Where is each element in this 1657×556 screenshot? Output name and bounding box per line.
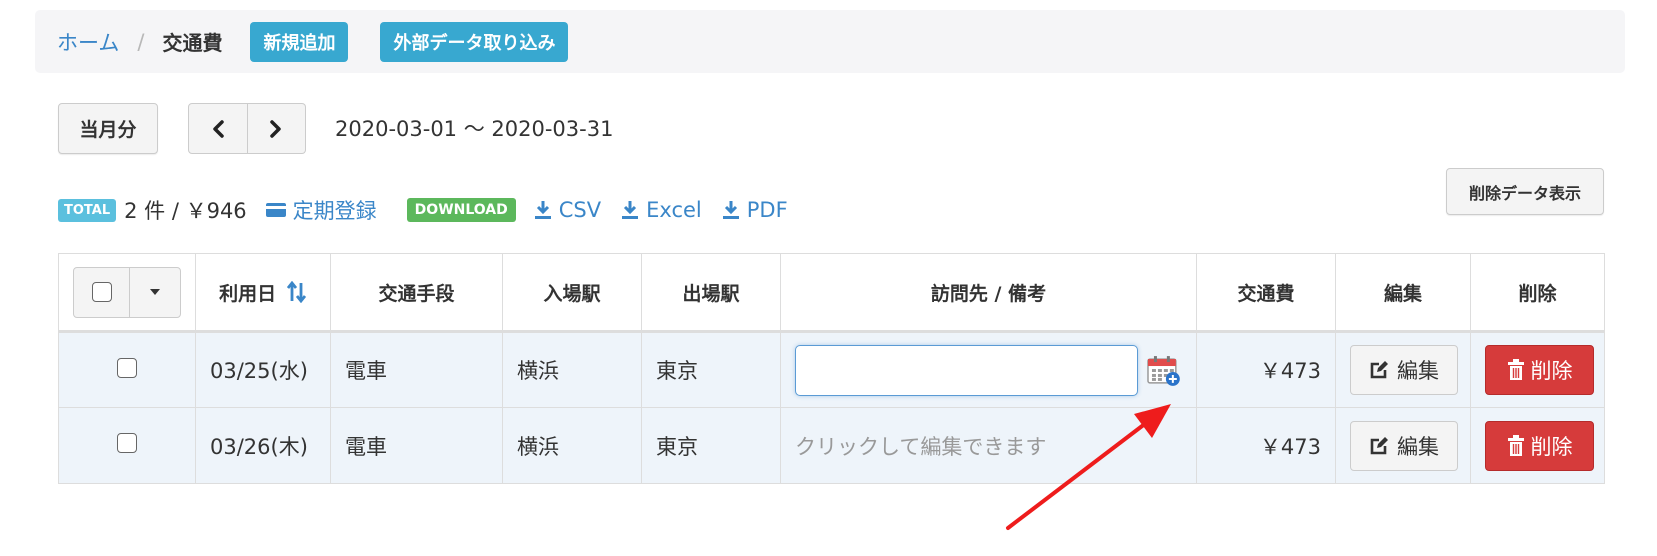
select-all-group [73, 266, 181, 318]
date-cell: 03/26(木) [195, 407, 331, 484]
excel-label: Excel [646, 198, 702, 222]
caret-down-icon [150, 289, 160, 295]
select-all-checkbox[interactable] [91, 282, 112, 302]
note-cell-editable[interactable]: クリックして編集できます [780, 407, 1197, 484]
delete-cell: 削除 [1470, 407, 1605, 484]
import-external-data-button[interactable]: 外部データ取り込み [380, 21, 569, 62]
exit-station-cell: 東京 [641, 407, 781, 484]
table-header-row: 利用日 交通手段 入場駅 出場駅 訪問先 / 備考 交通費 編集 削除 [58, 253, 1605, 333]
edit-button-label: 編集 [1397, 434, 1439, 459]
delete-cell: 削除 [1470, 331, 1605, 408]
fare-cell: ￥473 [1196, 407, 1336, 484]
date-header-label: 利用日 [219, 282, 277, 305]
pdf-label: PDF [746, 198, 788, 222]
delete-button-label: 削除 [1530, 434, 1573, 459]
row-checkbox-cell [58, 331, 196, 408]
download-badge: DOWNLOAD [406, 198, 516, 222]
commuter-pass-link[interactable]: 定期登録 [265, 195, 377, 225]
summary-row: TOTAL 2 件 / ￥946 定期登録 DOWNLOAD CSV Excel… [58, 190, 788, 230]
excel-download-link[interactable]: Excel [621, 198, 702, 222]
breadcrumb-separator: / [137, 29, 145, 54]
select-all-checkbox-wrap[interactable] [74, 267, 130, 317]
exit-station-cell: 東京 [641, 331, 781, 408]
calendar-add-icon[interactable] [1146, 353, 1182, 387]
entry-station-cell: 横浜 [502, 407, 642, 484]
csv-download-link[interactable]: CSV [534, 198, 601, 222]
pdf-download-link[interactable]: PDF [722, 198, 788, 222]
delete-header: 削除 [1470, 253, 1605, 333]
download-icon [534, 201, 551, 219]
card-icon [265, 203, 286, 217]
csv-label: CSV [558, 198, 602, 222]
select-options-dropdown[interactable] [130, 268, 180, 317]
delete-button[interactable]: 削除 [1485, 345, 1594, 395]
transport-header: 交通手段 [330, 253, 503, 333]
show-deleted-data-button[interactable]: 削除データ表示 [1446, 168, 1604, 215]
date-cell: 03/25(水) [195, 331, 331, 408]
fare-cell: ￥473 [1196, 331, 1336, 408]
download-icon [622, 201, 639, 219]
next-period-button[interactable] [247, 103, 306, 154]
delete-button[interactable]: 削除 [1485, 420, 1594, 471]
transport-cell: 電車 [330, 407, 503, 484]
transport-cell: 電車 [330, 331, 503, 408]
trash-icon [1507, 434, 1524, 456]
edit-button-label: 編集 [1397, 359, 1439, 383]
delete-button-label: 削除 [1530, 359, 1573, 383]
edit-button[interactable]: 編集 [1350, 345, 1458, 395]
commuter-pass-label: 定期登録 [292, 199, 377, 223]
date-range: 2020-03-01 ～ 2020-03-31 [335, 117, 614, 141]
download-icon [722, 201, 739, 219]
row-checkbox-cell [58, 407, 196, 484]
edit-header: 編集 [1335, 253, 1471, 333]
entry-station-header: 入場駅 [502, 253, 642, 333]
breadcrumb: ホーム / 交通費 新規追加 外部データ取り込み [35, 10, 1625, 73]
exit-station-header: 出場駅 [641, 253, 781, 333]
trash-icon [1507, 359, 1524, 380]
entry-station-cell: 横浜 [502, 331, 642, 408]
new-entry-button[interactable]: 新規追加 [250, 21, 349, 62]
note-header: 訪問先 / 備考 [780, 253, 1197, 333]
table-row: 03/26(木) 電車 横浜 東京 クリックして編集できます ￥473 編集 削… [58, 407, 1605, 484]
page-title: 交通費 [162, 31, 223, 55]
expense-table: 利用日 交通手段 入場駅 出場駅 訪問先 / 備考 交通費 編集 削除 03/2… [58, 253, 1605, 484]
sort-date-header[interactable]: 利用日 [195, 253, 331, 333]
chevron-right-icon [270, 119, 281, 138]
current-month-button[interactable]: 当月分 [58, 103, 158, 154]
edit-icon [1370, 361, 1388, 379]
edit-cell: 編集 [1335, 331, 1471, 408]
total-badge: TOTAL [58, 198, 117, 222]
total-count: 2 件 / ￥946 [124, 199, 247, 223]
edit-cell: 編集 [1335, 407, 1471, 484]
prev-period-button[interactable] [188, 103, 248, 154]
select-all-header [58, 253, 196, 333]
note-cell [780, 331, 1197, 408]
edit-button[interactable]: 編集 [1350, 420, 1458, 471]
period-nav-group [188, 103, 306, 154]
table-row: 03/25(水) 電車 横浜 東京 ￥473 編集 削除 [58, 331, 1605, 408]
chevron-left-icon [213, 119, 224, 138]
row-checkbox[interactable] [117, 357, 137, 378]
note-input[interactable] [795, 344, 1139, 396]
fare-header: 交通費 [1196, 253, 1336, 333]
edit-icon [1370, 436, 1388, 454]
row-checkbox[interactable] [117, 433, 137, 453]
breadcrumb-home-link[interactable]: ホーム [57, 27, 119, 57]
sort-icon [286, 280, 306, 303]
